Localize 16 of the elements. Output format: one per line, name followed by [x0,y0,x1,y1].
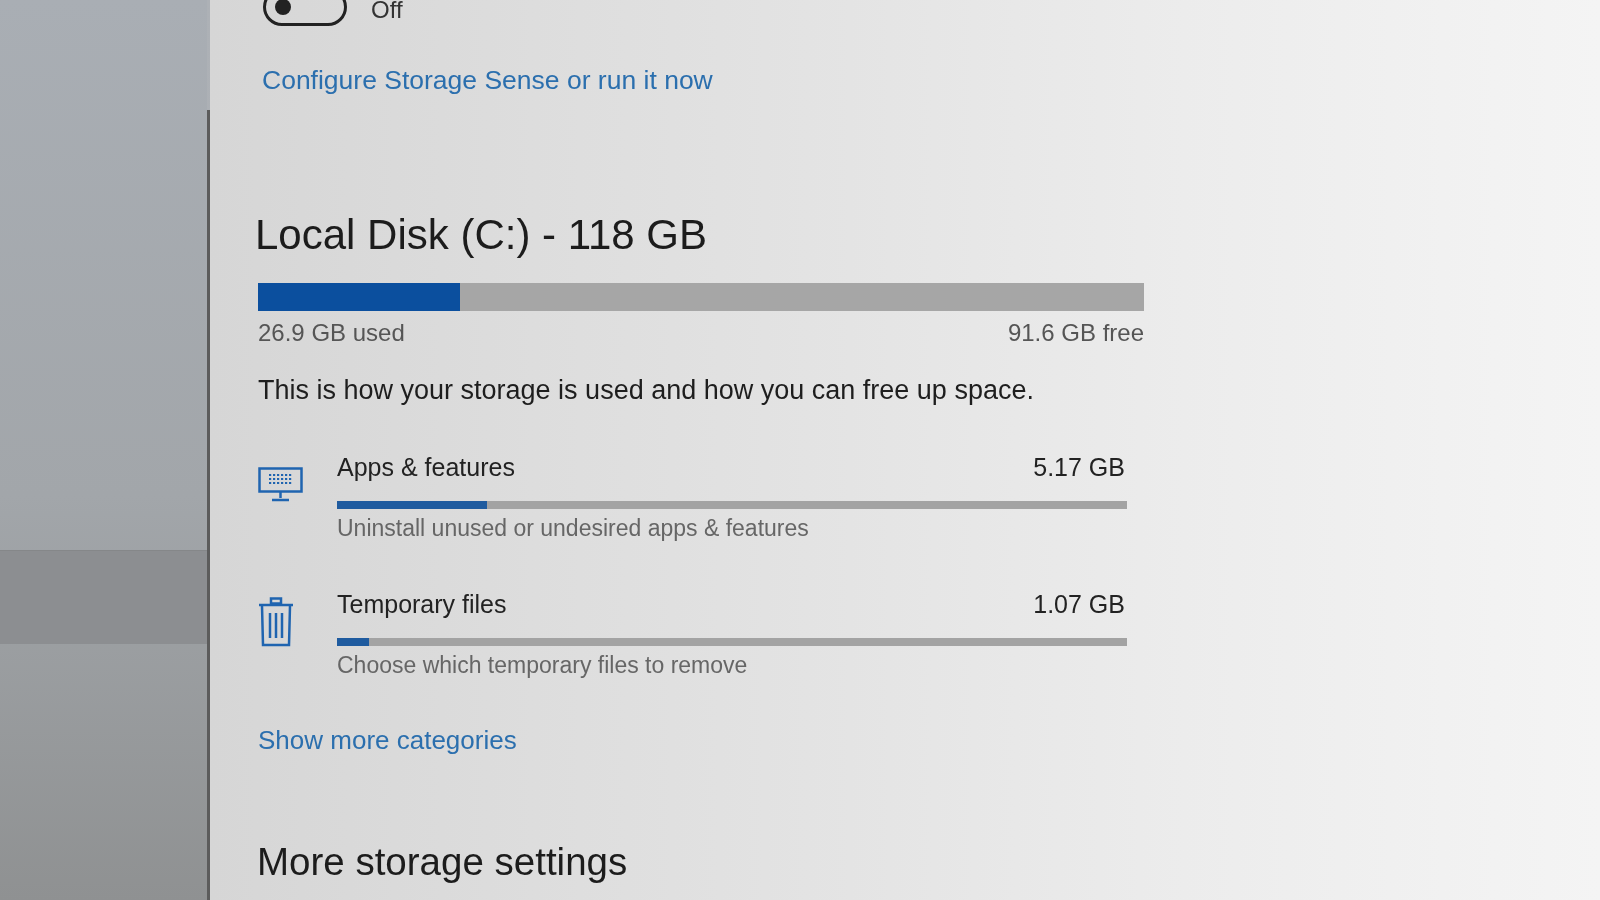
monitor-icon [258,467,303,502]
category-description: Uninstall unused or undesired apps & features [337,514,810,542]
category-title[interactable]: Apps & features [337,452,515,482]
category-size: 1.07 GB [1033,589,1125,619]
section-heading: More storage settings [257,839,628,885]
disk-title: Local Disk (C:) - 118 GB [255,210,707,260]
used-space-label: 26.9 GB used [258,318,405,348]
configure-storage-sense-link[interactable]: Configure Storage Sense or run it now [262,64,713,96]
trash-icon [258,597,294,647]
category-description: Choose which temporary files to remove [337,651,749,679]
category-size: 5.17 GB [1033,452,1125,482]
show-more-categories-link[interactable]: Show more categories [258,724,517,756]
category-title[interactable]: Temporary files [337,589,507,619]
free-space-label: 91.6 GB free [1007,318,1144,348]
toggle-state-label: Off [371,0,403,25]
storage-description: This is how your storage is used and how you can free up space. [258,374,1034,406]
